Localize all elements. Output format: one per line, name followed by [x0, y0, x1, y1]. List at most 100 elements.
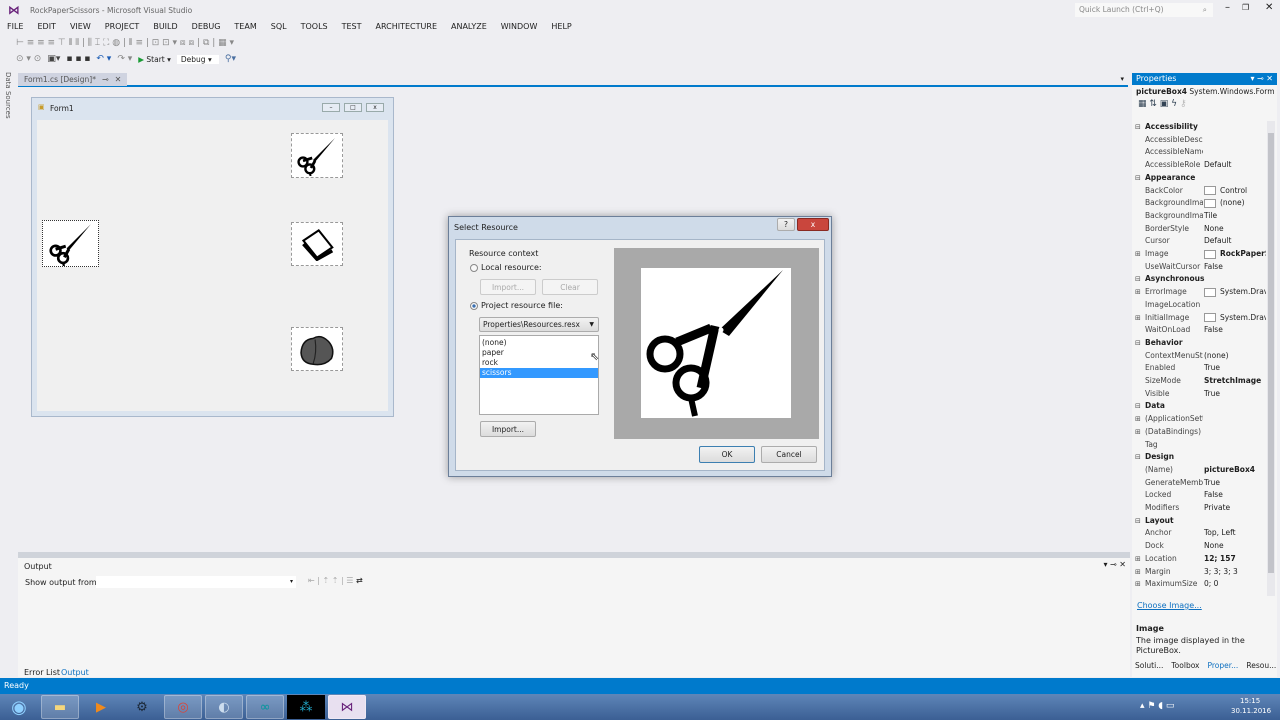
clear-button[interactable]: Clear — [542, 279, 598, 295]
property-row[interactable]: Modifiers Private — [1132, 502, 1266, 515]
property-row[interactable]: ⊞ MaximumSize 0; 0 — [1132, 578, 1266, 591]
start-button[interactable]: ▶ Start ▾ — [138, 55, 171, 64]
menu-edit[interactable]: EDIT — [30, 20, 62, 34]
menu-debug[interactable]: DEBUG — [185, 20, 228, 34]
new-project-icon[interactable]: ▣▾ — [47, 54, 60, 64]
menu-build[interactable]: BUILD — [146, 20, 184, 34]
property-row[interactable]: Cursor Default — [1132, 235, 1266, 248]
picturebox-scissors-1[interactable] — [291, 133, 343, 178]
choose-image-link[interactable]: Choose Image... — [1137, 601, 1202, 610]
property-value[interactable]: Private — [1204, 502, 1230, 515]
expand-icon[interactable]: ⊞ — [1135, 426, 1141, 439]
property-value[interactable]: 12; 157 — [1204, 553, 1236, 566]
clock-time[interactable]: 15:15 — [1240, 697, 1260, 705]
side-tab[interactable]: Resou... — [1246, 661, 1276, 670]
property-value[interactable]: RockPaperS — [1204, 248, 1266, 261]
property-value[interactable]: pictureBox4 — [1204, 464, 1255, 477]
chrome-icon[interactable]: ◎ — [164, 695, 202, 719]
property-row[interactable]: ⊞ Image RockPaperS — [1132, 248, 1266, 261]
property-value[interactable]: 3; 3; 3; 3 — [1204, 566, 1238, 579]
property-category[interactable]: ⊟ Appearance — [1132, 172, 1266, 185]
tab-overflow-icon[interactable]: ▾ — [1120, 75, 1124, 83]
collapse-icon[interactable]: ⊟ — [1135, 515, 1141, 528]
expand-icon[interactable]: ⊞ — [1135, 566, 1141, 579]
import-button[interactable]: Import... — [480, 421, 536, 437]
show-output-dropdown[interactable]: ▾ — [96, 576, 296, 588]
property-value[interactable]: None — [1204, 540, 1224, 553]
property-row[interactable]: AccessibleDescr — [1132, 134, 1266, 147]
property-value[interactable]: Default — [1204, 235, 1231, 248]
property-row[interactable]: BorderStyle None — [1132, 223, 1266, 236]
arduino-icon[interactable]: ∞ — [246, 695, 284, 719]
object-selector[interactable]: pictureBox4 System.Windows.Form ▾ — [1132, 85, 1277, 99]
expand-icon[interactable]: ⊞ — [1135, 553, 1141, 566]
property-row[interactable]: ContextMenuStrip(none) — [1132, 350, 1266, 363]
property-row[interactable]: AccessibleName — [1132, 146, 1266, 159]
property-value[interactable]: 0; 0 — [1204, 578, 1218, 591]
undo-icon[interactable]: ↶ ▾ — [96, 54, 111, 64]
property-value[interactable]: False — [1204, 261, 1223, 274]
menu-team[interactable]: TEAM — [227, 20, 263, 34]
property-category[interactable]: ⊟ Asynchronous — [1132, 273, 1266, 286]
property-row[interactable]: Anchor Top, Left — [1132, 527, 1266, 540]
config-dropdown[interactable]: Debug ▾ — [176, 54, 219, 64]
picturebox-paper[interactable] — [291, 222, 343, 266]
resource-list[interactable]: (none) paper rock scissors — [479, 335, 599, 415]
side-tab[interactable]: Toolbox — [1171, 661, 1199, 670]
property-value[interactable]: Top, Left — [1204, 527, 1236, 540]
property-row[interactable]: AccessibleRole Default — [1132, 159, 1266, 172]
menu-tools[interactable]: TOOLS — [294, 20, 335, 34]
properties-toolbar[interactable]: ▦ ⇅ ▣ ϟ ⚷ — [1132, 99, 1277, 115]
clock-date[interactable]: 30.11.2016 — [1231, 707, 1271, 715]
property-row[interactable]: Dock None — [1132, 540, 1266, 553]
property-value[interactable]: (none) — [1204, 197, 1245, 210]
property-scrollbar[interactable] — [1267, 121, 1275, 596]
property-value[interactable]: (none) — [1204, 350, 1229, 363]
property-row[interactable]: UseWaitCursor False — [1132, 261, 1266, 274]
menu-test[interactable]: TEST — [335, 20, 369, 34]
picturebox-rock[interactable] — [291, 327, 343, 371]
property-row[interactable]: Locked False — [1132, 489, 1266, 502]
property-value[interactable]: None — [1204, 223, 1224, 236]
menu-help[interactable]: HELP — [544, 20, 578, 34]
explorer-icon[interactable]: ▬ — [41, 695, 79, 719]
collapse-icon[interactable]: ⊟ — [1135, 121, 1141, 134]
dialog-close-button[interactable]: x — [797, 218, 829, 231]
menu-file[interactable]: FILE — [0, 20, 30, 34]
collapse-icon[interactable]: ⊟ — [1135, 172, 1141, 185]
data-sources-tab[interactable]: Data Sources — [4, 72, 12, 119]
import-local-button[interactable]: Import... — [480, 279, 536, 295]
property-value[interactable]: StretchImage — [1204, 375, 1261, 388]
redo-icon[interactable]: ↷ ▾ — [117, 54, 132, 64]
property-category[interactable]: ⊟ Data — [1132, 400, 1266, 413]
property-value[interactable]: Default — [1204, 159, 1231, 172]
attach-icon[interactable]: ⚲▾ — [225, 54, 236, 64]
expand-icon[interactable]: ⊞ — [1135, 413, 1141, 426]
property-category[interactable]: ⊟ Design — [1132, 451, 1266, 464]
visual-studio-icon[interactable]: ⋈ — [328, 695, 366, 719]
property-value[interactable]: True — [1204, 477, 1220, 490]
property-grid[interactable]: ⊟ Accessibility AccessibleDescr AccessibleN… — [1132, 121, 1277, 596]
property-value[interactable]: True — [1204, 362, 1220, 375]
output-panel-controls[interactable]: ▾ ⊸ ✕ — [1103, 560, 1126, 569]
minimize-button[interactable]: – — [1225, 2, 1230, 13]
resource-file-dropdown[interactable]: Properties\Resources.resx ▼ — [479, 317, 599, 332]
output-text-area[interactable] — [18, 592, 1130, 667]
property-value[interactable]: Tile — [1204, 210, 1217, 223]
tab-output[interactable]: Output — [61, 668, 89, 677]
save-icons[interactable]: ▪ ▪ ▪ — [66, 54, 90, 64]
property-row[interactable]: (Name) pictureBox4 — [1132, 464, 1266, 477]
steam-icon[interactable]: ⚙ — [123, 695, 161, 719]
local-resource-radio[interactable] — [470, 264, 478, 272]
tab-error-list[interactable]: Error List — [24, 668, 60, 677]
tab-close-icon[interactable]: ✕ — [115, 75, 122, 84]
property-category[interactable]: ⊟ Layout — [1132, 515, 1266, 528]
resource-item[interactable]: scissors — [480, 368, 598, 378]
close-button[interactable]: ✕ — [1265, 2, 1273, 13]
expand-icon[interactable]: ⊞ — [1135, 312, 1141, 325]
back-icon[interactable]: ⊙ ▾ ⊙ — [16, 54, 41, 64]
property-row[interactable]: ⊞ InitialImage System.Drav — [1132, 312, 1266, 325]
property-row[interactable]: WaitOnLoad False — [1132, 324, 1266, 337]
project-resource-radio[interactable] — [470, 302, 478, 310]
property-row[interactable]: ⊞ (ApplicationSettings) — [1132, 413, 1266, 426]
